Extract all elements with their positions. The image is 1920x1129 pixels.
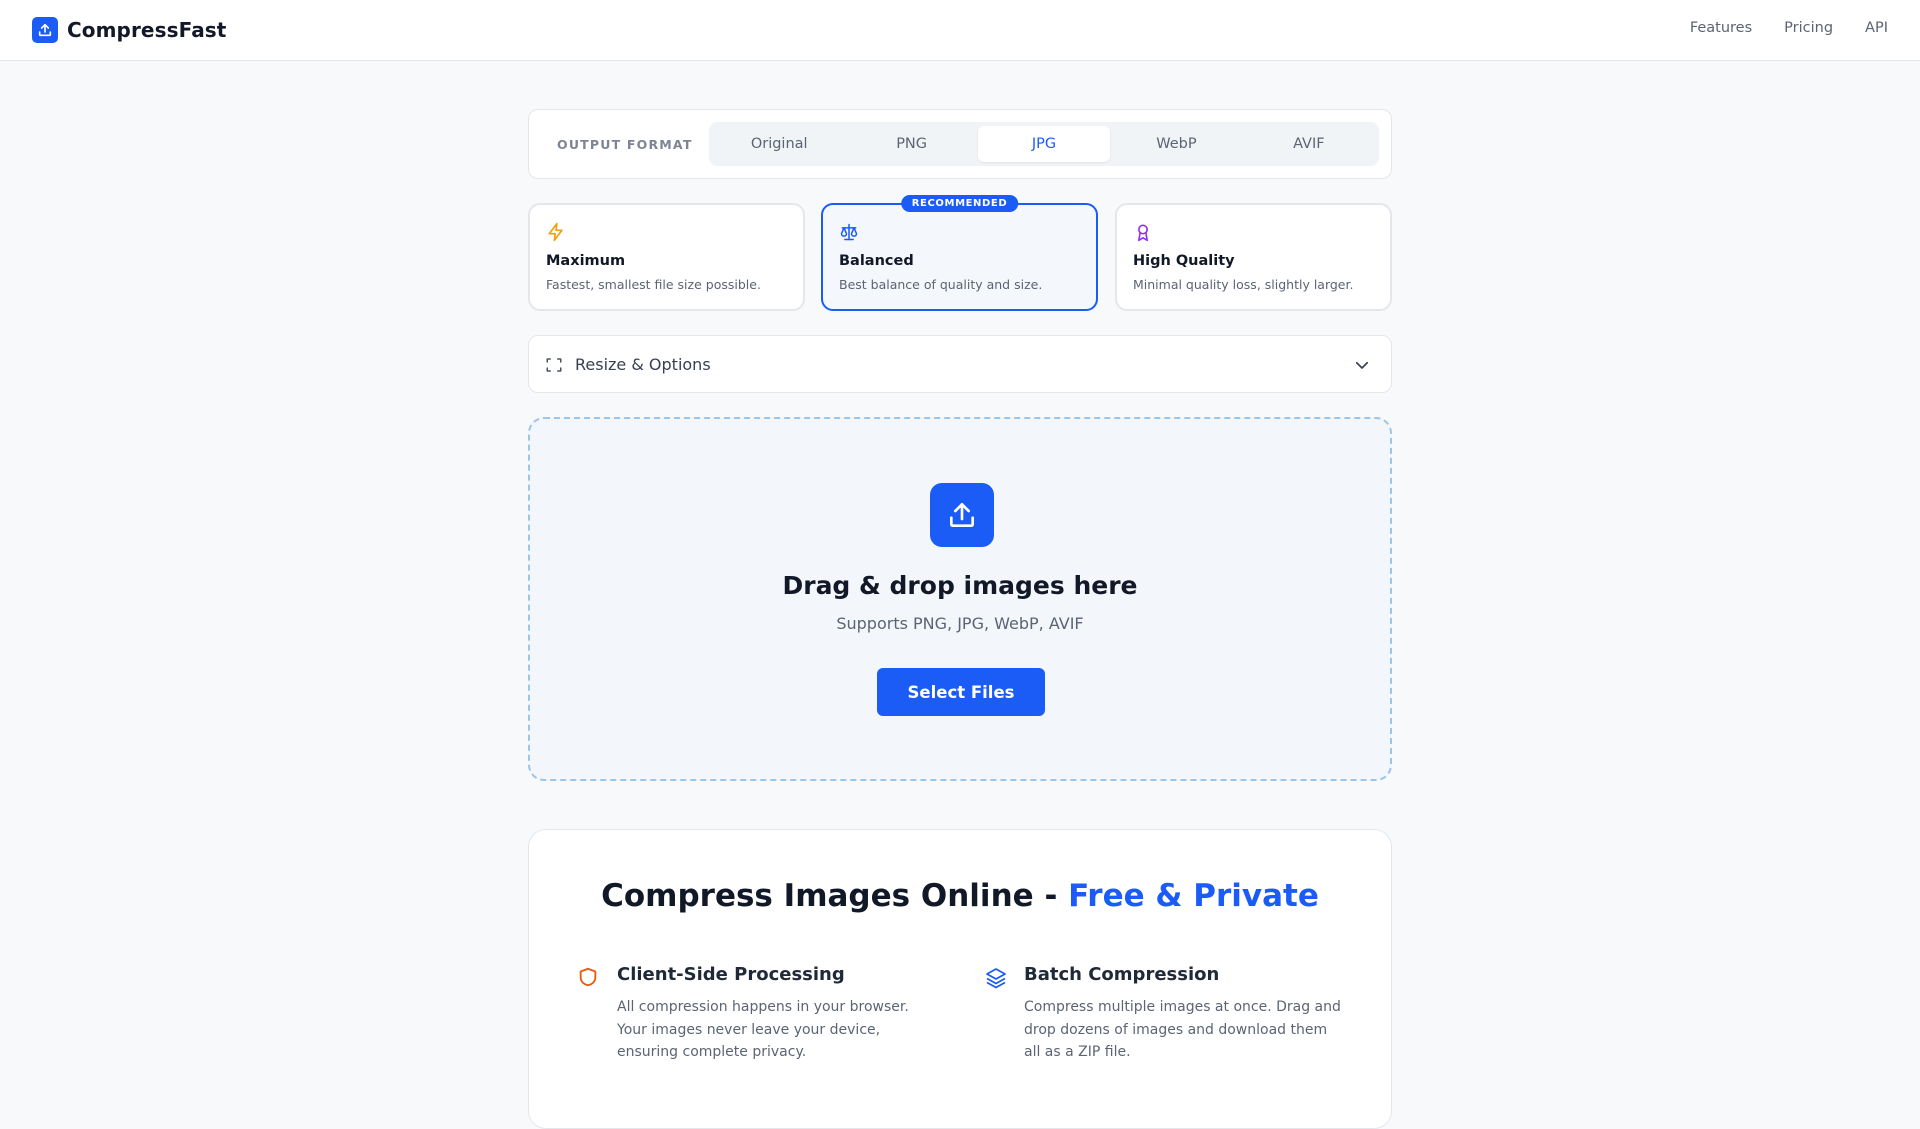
format-option-avif[interactable]: AVIF	[1243, 126, 1375, 162]
lightning-icon	[546, 222, 566, 246]
preset-title: Maximum	[546, 253, 626, 269]
feature-description: Compress multiple images at once. Drag a…	[1024, 999, 1341, 1060]
output-format-label: OUTPUT FORMAT	[557, 137, 693, 152]
nav-features-link[interactable]: Features	[1690, 20, 1752, 36]
shield-icon	[577, 966, 599, 992]
info-title-accent: Free & Private	[1068, 878, 1319, 914]
info-title: Compress Images Online - Free & Private	[529, 878, 1391, 914]
dropzone-title: Drag & drop images here	[782, 571, 1138, 600]
upload-icon	[930, 483, 994, 547]
preset-maximum[interactable]: Maximum Fastest, smallest file size poss…	[528, 203, 805, 311]
top-nav: Features Pricing API	[1690, 20, 1888, 36]
preset-title: Balanced	[839, 253, 914, 269]
preset-description: Minimal quality loss, slightly larger.	[1133, 277, 1354, 292]
dropzone-subtitle: Supports PNG, JPG, WebP, AVIF	[836, 614, 1084, 633]
scale-icon	[839, 222, 859, 246]
resize-options-toggle[interactable]: Resize & Options	[528, 335, 1392, 393]
award-icon	[1133, 222, 1153, 246]
preset-balanced[interactable]: RECOMMENDED Balanced Best balance of qua…	[821, 195, 1098, 311]
top-header: CompressFast Features Pricing API	[0, 0, 1920, 61]
brand[interactable]: CompressFast	[32, 17, 226, 43]
image-dropzone[interactable]: Drag & drop images here Supports PNG, JP…	[528, 417, 1392, 781]
preset-high-quality[interactable]: High Quality Minimal quality loss, sligh…	[1115, 203, 1392, 311]
select-files-button[interactable]: Select Files	[877, 668, 1045, 716]
format-option-jpg[interactable]: JPG	[977, 126, 1111, 162]
output-format-bar: OUTPUT FORMAT Original PNG JPG WebP AVIF	[528, 109, 1392, 179]
nav-api-link[interactable]: API	[1865, 20, 1888, 36]
nav-pricing-link[interactable]: Pricing	[1784, 20, 1833, 36]
info-card: Compress Images Online - Free & Private …	[528, 829, 1392, 1129]
preset-description: Best balance of quality and size.	[839, 277, 1043, 292]
recommended-badge: RECOMMENDED	[900, 195, 1019, 212]
info-title-prefix: Compress Images Online -	[601, 878, 1069, 914]
feature-title: Batch Compression	[1024, 964, 1220, 985]
feature-description: All compression happens in your browser.…	[617, 999, 909, 1060]
format-segmented-control: Original PNG JPG WebP AVIF	[709, 122, 1379, 166]
upload-icon	[32, 17, 58, 43]
format-option-original[interactable]: Original	[713, 126, 845, 162]
layers-icon	[984, 966, 1008, 994]
chevron-down-icon	[1353, 356, 1371, 378]
format-option-webp[interactable]: WebP	[1110, 126, 1242, 162]
feature-title: Client-Side Processing	[617, 964, 845, 985]
format-option-png[interactable]: PNG	[845, 126, 977, 162]
resize-options-label: Resize & Options	[575, 355, 711, 374]
preset-title: High Quality	[1133, 253, 1235, 269]
preset-description: Fastest, smallest file size possible.	[546, 277, 761, 292]
resize-icon	[545, 356, 563, 378]
brand-name: CompressFast	[67, 18, 227, 42]
